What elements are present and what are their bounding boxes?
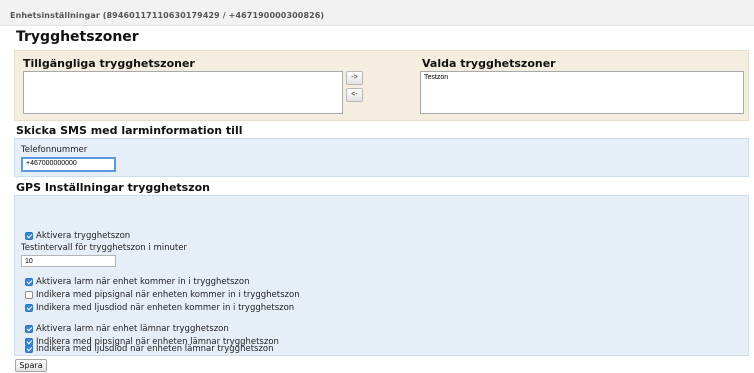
sms-panel: Telefonnummer +467000000000 bbox=[14, 138, 749, 177]
available-zones-list[interactable] bbox=[23, 71, 343, 114]
zones-panel: Tillgängliga trygghetszoner -> <- Valda … bbox=[14, 50, 749, 121]
enter-beep-row[interactable]: Indikera med pipsignal när enheten komme… bbox=[25, 289, 300, 301]
window-title-bar: Enhetsinställningar (8946011711063017942… bbox=[0, 0, 754, 26]
phone-input[interactable]: +467000000000 bbox=[21, 157, 116, 172]
save-button[interactable]: Spara bbox=[15, 359, 47, 372]
gps-section-title: GPS Inställningar trygghetszon bbox=[16, 181, 211, 194]
interval-label: Testintervall för trygghetszon i minuter bbox=[21, 243, 187, 253]
sms-section-title: Skicka SMS med larminformation till bbox=[16, 124, 243, 137]
leave-led-row[interactable]: Indikera med ljusdiod när enheten lämnar… bbox=[25, 343, 274, 355]
enter-led-checkbox[interactable] bbox=[25, 304, 33, 312]
interval-input[interactable]: 10 bbox=[21, 255, 116, 267]
phone-label: Telefonnummer bbox=[21, 145, 88, 155]
leave-alarm-label: Aktivera larm när enhet lämnar trygghets… bbox=[36, 324, 229, 334]
enter-alarm-label: Aktivera larm när enhet kommer in i tryg… bbox=[36, 277, 250, 287]
leave-alarm-checkbox[interactable] bbox=[25, 325, 33, 333]
window-title: Enhetsinställningar (8946011711063017942… bbox=[10, 11, 325, 20]
selected-zones-label: Valda trygghetszoner bbox=[422, 57, 556, 70]
enter-alarm-row[interactable]: Aktivera larm när enhet kommer in i tryg… bbox=[25, 276, 249, 288]
leave-alarm-row[interactable]: Aktivera larm när enhet lämnar trygghets… bbox=[25, 323, 229, 335]
enter-led-row[interactable]: Indikera med ljusdiod när enheten kommer… bbox=[25, 302, 294, 314]
gps-panel: Aktivera trygghetszon Testintervall för … bbox=[14, 195, 749, 356]
enter-led-label: Indikera med ljusdiod när enheten kommer… bbox=[36, 303, 295, 313]
leave-led-label: Indikera med ljusdiod när enheten lämnar… bbox=[36, 344, 274, 354]
enter-alarm-checkbox[interactable] bbox=[25, 278, 33, 286]
selected-zones-list[interactable]: Testzon bbox=[420, 71, 744, 114]
available-zones-label: Tillgängliga trygghetszoner bbox=[23, 57, 195, 70]
remove-zone-button[interactable]: <- bbox=[346, 88, 363, 102]
page-title: Trygghetszoner bbox=[16, 29, 139, 45]
list-item[interactable]: Testzon bbox=[421, 72, 743, 83]
leave-led-checkbox[interactable] bbox=[25, 345, 33, 353]
activate-zone-label: Aktivera trygghetszon bbox=[36, 231, 131, 241]
enter-beep-label: Indikera med pipsignal när enheten komme… bbox=[36, 290, 300, 300]
activate-zone-checkbox[interactable] bbox=[25, 232, 33, 240]
activate-zone-row[interactable]: Aktivera trygghetszon bbox=[25, 230, 130, 242]
enter-beep-checkbox[interactable] bbox=[25, 291, 33, 299]
add-zone-button[interactable]: -> bbox=[346, 71, 363, 85]
